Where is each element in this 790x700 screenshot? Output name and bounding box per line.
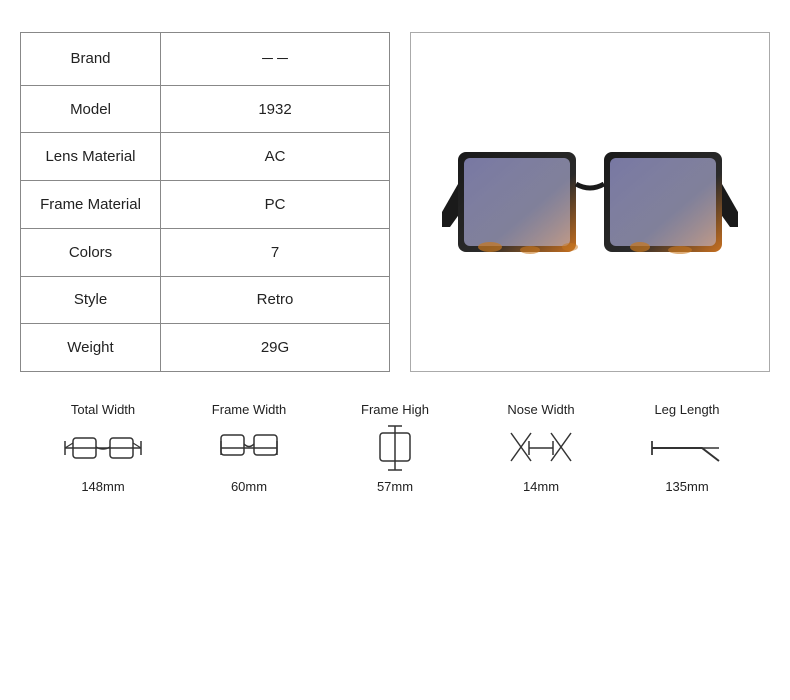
dimension-value: 148mm <box>81 479 124 494</box>
dimension-value: 60mm <box>231 479 267 494</box>
table-label: Model <box>21 85 161 133</box>
product-image-box <box>410 32 770 372</box>
table-label: Style <box>21 276 161 324</box>
dimension-value: 57mm <box>377 479 413 494</box>
table-value: PC <box>161 181 390 229</box>
nose-width-icon <box>501 423 581 473</box>
main-content: Brand－－Model1932Lens MaterialACFrame Mat… <box>0 22 790 382</box>
leg-length-icon <box>647 423 727 473</box>
table-label: Frame Material <box>21 181 161 229</box>
product-info-table: Brand－－Model1932Lens MaterialACFrame Mat… <box>20 32 390 372</box>
dimension-label: Total Width <box>71 402 135 417</box>
table-row: Colors7 <box>21 228 390 276</box>
sunglasses-image <box>440 92 740 312</box>
table-row: StyleRetro <box>21 276 390 324</box>
dimension-label: Frame Width <box>212 402 286 417</box>
table-label: Colors <box>21 228 161 276</box>
dimension-item: Total Width 148mm <box>43 402 163 494</box>
table-row: Weight29G <box>21 324 390 372</box>
dimension-item: Frame High 57mm <box>335 402 455 494</box>
table-row: Frame MaterialPC <box>21 181 390 229</box>
dimension-value: 135mm <box>665 479 708 494</box>
dimension-label: Nose Width <box>507 402 574 417</box>
table-row: Brand－－ <box>21 33 390 86</box>
table-row: Model1932 <box>21 85 390 133</box>
dimension-value: 14mm <box>523 479 559 494</box>
frame-high-icon <box>355 423 435 473</box>
table-value: AC <box>161 133 390 181</box>
table-value: Retro <box>161 276 390 324</box>
dimension-item: Leg Length 135mm <box>627 402 747 494</box>
table-label: Brand <box>21 33 161 86</box>
table-value: 1932 <box>161 85 390 133</box>
table-value: －－ <box>161 33 390 86</box>
dimensions-section: Total Width 148mm Frame Width 60mm Frame H… <box>0 382 790 504</box>
dimension-label: Leg Length <box>654 402 719 417</box>
table-label: Lens Material <box>21 133 161 181</box>
table-row: Lens MaterialAC <box>21 133 390 181</box>
table-value: 29G <box>161 324 390 372</box>
dimension-item: Nose Width 14mm <box>481 402 601 494</box>
table-value: 7 <box>161 228 390 276</box>
table-label: Weight <box>21 324 161 372</box>
page-header <box>0 0 790 22</box>
total-width-icon <box>63 423 143 473</box>
dimension-item: Frame Width 60mm <box>189 402 309 494</box>
dimension-label: Frame High <box>361 402 429 417</box>
frame-width-icon <box>209 423 289 473</box>
